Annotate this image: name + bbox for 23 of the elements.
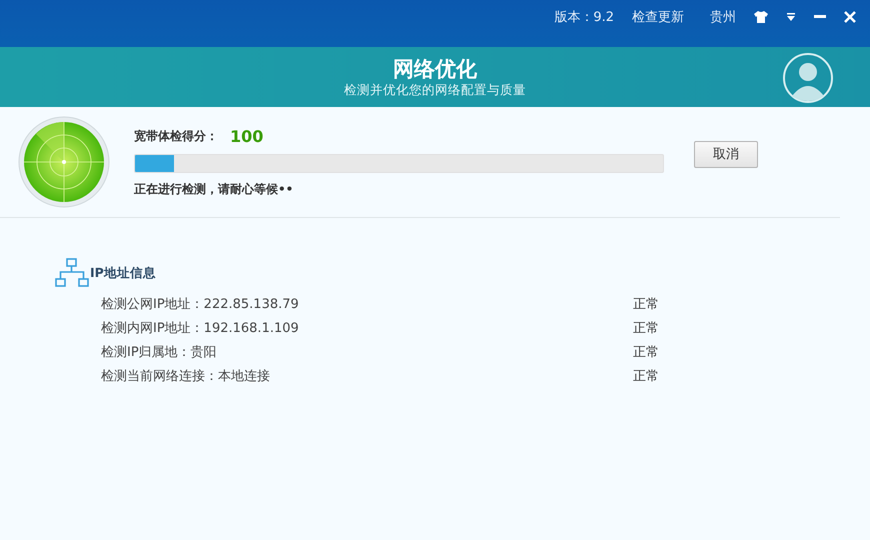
close-icon[interactable] <box>844 10 856 22</box>
check-update-link[interactable]: 检查更新 <box>632 8 684 26</box>
check-status: 正常 <box>633 320 659 337</box>
avatar-icon[interactable] <box>782 52 834 104</box>
check-item-label: 检测公网IP地址：222.85.138.79 <box>101 296 300 313</box>
city-link[interactable]: 贵州 <box>710 8 736 26</box>
check-status: 正常 <box>633 344 659 361</box>
dropdown-icon[interactable] <box>786 12 796 20</box>
tshirt-icon[interactable] <box>754 10 768 22</box>
scan-status: 正在进行检测，请耐心等候•• <box>134 180 294 198</box>
check-item-label: 检测IP归属地：贵阳 <box>101 344 218 361</box>
section-title: IP地址信息 <box>90 264 156 282</box>
check-status: 正常 <box>633 296 659 313</box>
page-subtitle: 检测并优化您的网络配置与质量 <box>344 82 526 98</box>
page-title: 网络优化 <box>393 56 477 82</box>
network-icon <box>55 258 89 288</box>
check-item-label: 检测内网IP地址：192.168.1.109 <box>101 320 300 337</box>
cancel-button[interactable]: 取消 <box>694 140 758 168</box>
version-label: 版本：9.2 <box>554 8 614 26</box>
check-item-label: 检测当前网络连接：本地连接 <box>101 368 271 385</box>
check-status: 正常 <box>633 368 659 385</box>
score-label: 宽带体检得分： <box>134 128 218 144</box>
score-value: 100 <box>230 126 264 146</box>
